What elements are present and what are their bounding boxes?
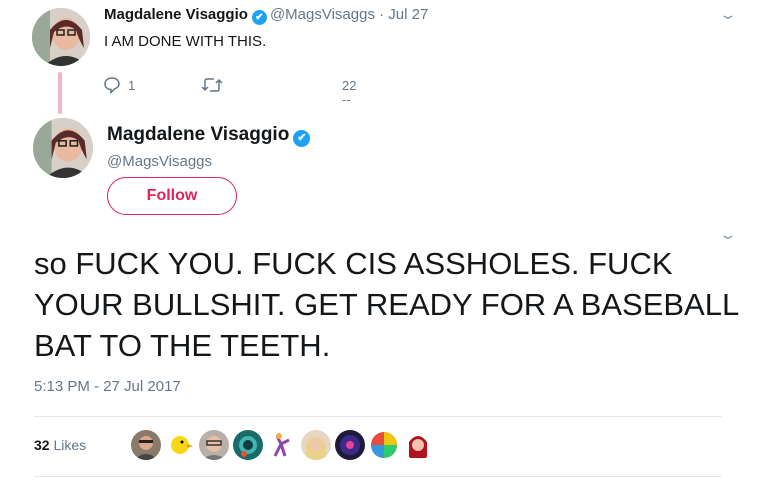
retweet-button[interactable] xyxy=(201,76,223,97)
like-count[interactable]: 22 xyxy=(342,78,356,93)
liker-avatar[interactable] xyxy=(335,430,365,460)
author-name[interactable]: Magdalene Visaggio xyxy=(107,124,289,145)
tweet-timestamp[interactable]: 5:13 PM - 27 Jul 2017 xyxy=(34,378,181,395)
reply-tweet-text: I AM DONE WITH THIS. xyxy=(104,33,267,50)
tweet-date[interactable]: Jul 27 xyxy=(388,6,428,23)
reply-icon xyxy=(104,77,120,95)
main-tweet-text: so FUCK YOU. FUCK CIS ASSHOLES. FUCK YOU… xyxy=(34,246,739,363)
thread-connector xyxy=(58,72,62,114)
liker-avatar[interactable] xyxy=(369,430,399,460)
verified-icon: ✔ xyxy=(251,10,267,25)
liker-avatar[interactable] xyxy=(267,430,297,460)
likes-summary[interactable]: 32 Likes xyxy=(34,437,86,453)
liker-avatar[interactable] xyxy=(301,430,331,460)
reply-tweet-header: Magdalene Visaggio ✔ @MagsVisaggs · Jul 27 xyxy=(104,6,428,25)
author-handle[interactable]: @MagsVisaggs xyxy=(107,153,212,170)
author-handle[interactable]: @MagsVisaggs xyxy=(270,6,375,23)
liker-avatar[interactable] xyxy=(233,430,263,460)
divider xyxy=(34,416,722,417)
divider xyxy=(34,476,722,477)
liker-avatar[interactable] xyxy=(403,430,433,460)
like-underline: -- xyxy=(342,92,351,107)
reply-button[interactable] xyxy=(103,76,121,97)
likes-label: Likes xyxy=(53,437,87,453)
verified-icon: ✔ xyxy=(293,130,311,147)
liker-avatar[interactable] xyxy=(131,430,161,460)
follow-button[interactable]: Follow xyxy=(107,177,237,215)
retweet-icon xyxy=(201,78,223,92)
date-separator: · xyxy=(379,6,385,23)
chevron-down-icon[interactable]: ⌄ xyxy=(718,226,737,243)
likes-count: 32 xyxy=(34,437,50,453)
avatar[interactable] xyxy=(32,8,90,66)
author-name[interactable]: Magdalene Visaggio xyxy=(104,6,248,23)
liker-avatar[interactable] xyxy=(199,430,229,460)
liker-avatar[interactable] xyxy=(165,430,195,460)
main-tweet-author: Magdalene Visaggio ✔ xyxy=(107,124,313,147)
chevron-down-icon[interactable]: ⌄ xyxy=(718,6,737,23)
avatar[interactable] xyxy=(33,118,93,178)
reply-count: 1 xyxy=(128,78,136,93)
